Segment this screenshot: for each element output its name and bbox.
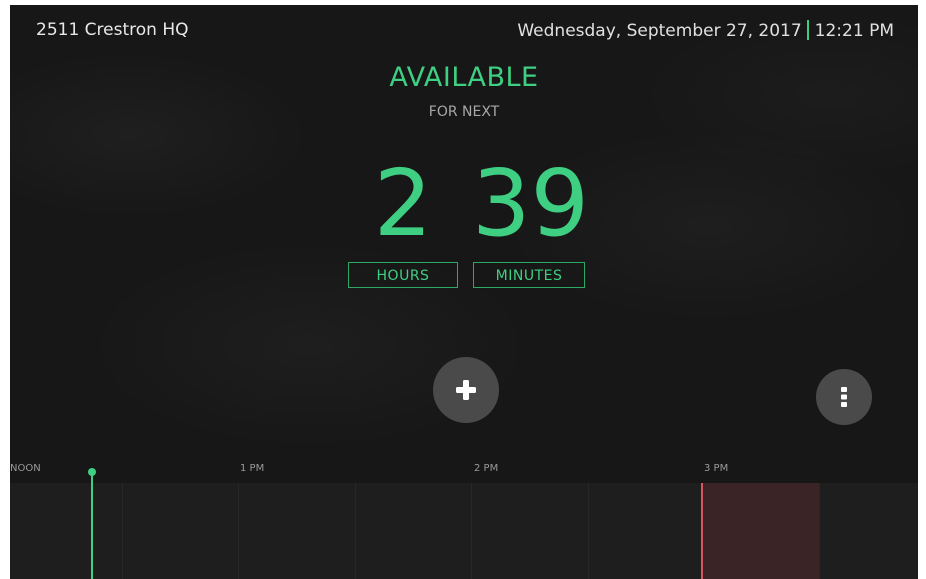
timeline-slot-divider (471, 483, 472, 579)
datetime-divider (806, 20, 809, 40)
timeline-slot-divider (238, 483, 239, 579)
schedule-timeline[interactable]: NOON 1 PM 2 PM 3 PM (10, 461, 918, 579)
minutes-count: 39 (472, 150, 590, 257)
datetime-display: Wednesday, September 27, 2017 12:21 PM (517, 20, 894, 41)
timeline-slot-divider (122, 483, 123, 579)
timeline-slot-divider (355, 483, 356, 579)
timeline-label-2pm: 2 PM (474, 463, 499, 474)
room-scheduler-screen: 2511 Crestron HQ Wednesday, September 27… (10, 5, 918, 579)
reserved-meeting-block[interactable] (701, 483, 820, 579)
availability-subtitle: FOR NEXT (428, 104, 500, 120)
availability-status: AVAILABLE (389, 62, 539, 93)
timeline-slot-divider (588, 483, 589, 579)
minutes-unit-label: MINUTES (473, 262, 585, 288)
timeline-slot-divider (819, 483, 820, 579)
timeline-label-1pm: 1 PM (240, 463, 265, 474)
room-name: 2511 Crestron HQ (36, 20, 189, 40)
timeline-label-3pm: 3 PM (704, 463, 729, 474)
timeline-track[interactable] (10, 483, 918, 579)
timeline-label-noon: NOON (10, 463, 41, 474)
more-options-button[interactable] (816, 369, 872, 425)
add-reservation-button[interactable] (433, 357, 499, 423)
plus-icon (456, 380, 476, 400)
vertical-ellipsis-icon (841, 387, 847, 407)
hours-unit-label: HOURS (348, 262, 458, 288)
hours-count: 2 (373, 150, 433, 257)
current-time-indicator (91, 471, 93, 579)
current-time-marker (88, 468, 96, 476)
top-bar: 2511 Crestron HQ Wednesday, September 27… (10, 5, 918, 57)
current-date: Wednesday, September 27, 2017 (517, 21, 802, 41)
current-time: 12:21 PM (814, 21, 894, 41)
